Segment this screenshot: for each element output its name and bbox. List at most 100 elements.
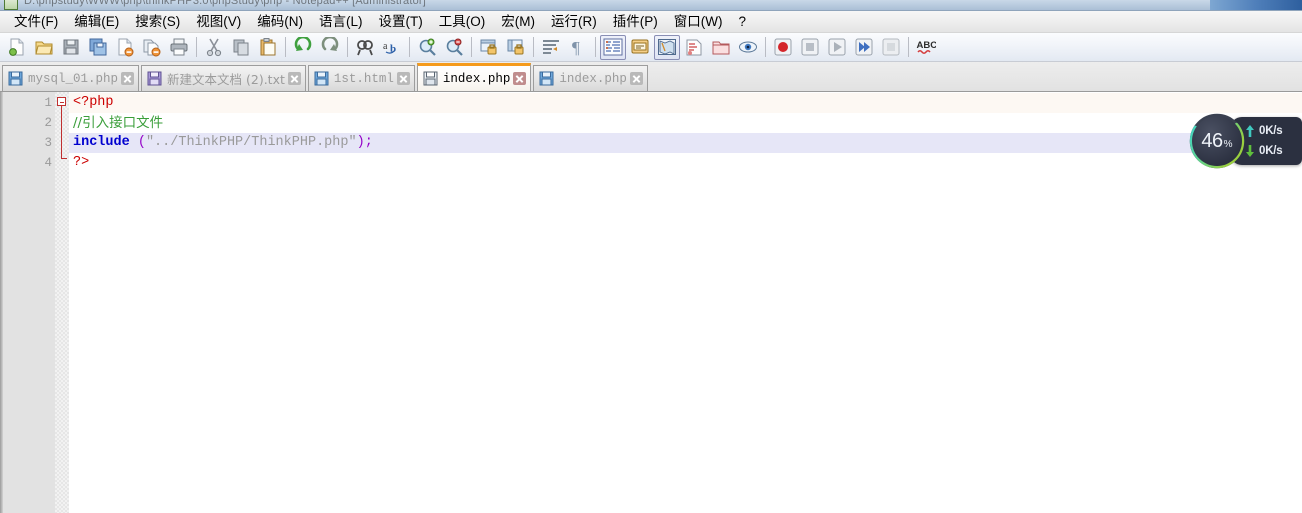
blue-disk-icon bbox=[8, 71, 23, 86]
replace-icon[interactable]: ab bbox=[379, 35, 405, 60]
menu-settings[interactable]: 设置(T) bbox=[371, 12, 431, 32]
save-icon[interactable] bbox=[58, 35, 84, 60]
macro-play-icon[interactable] bbox=[824, 35, 850, 60]
tab-bar: mysql_01.php 新建文本文档 (2).txt 1st.html index.… bbox=[0, 62, 1302, 92]
code-token: ( bbox=[137, 135, 146, 150]
window-controls[interactable] bbox=[1210, 0, 1302, 10]
menu-file[interactable]: 文件(F) bbox=[6, 12, 66, 32]
menu-run[interactable]: 运行(R) bbox=[543, 12, 605, 32]
sync-horizontal-icon[interactable] bbox=[503, 35, 529, 60]
function-list-icon[interactable] bbox=[681, 35, 707, 60]
tab-mysql-01-php[interactable]: mysql_01.php bbox=[2, 65, 140, 91]
line-number: 4 bbox=[44, 156, 52, 170]
toolbar: a b ¶ ABC bbox=[0, 33, 1302, 62]
toolbar-separator bbox=[285, 37, 286, 57]
code-line[interactable]: 2 //引入接口文件 bbox=[44, 113, 1302, 133]
monitor-eye-icon[interactable] bbox=[735, 35, 761, 60]
cut-icon[interactable] bbox=[201, 35, 227, 60]
word-wrap-icon[interactable] bbox=[538, 35, 564, 60]
show-pilcrow-icon[interactable]: ¶ bbox=[565, 35, 591, 60]
menu-plugins[interactable]: 插件(P) bbox=[605, 12, 666, 32]
code-line[interactable]: 1 <?php bbox=[44, 93, 1302, 113]
svg-text:¶: ¶ bbox=[572, 38, 580, 57]
tab-1st-html[interactable]: 1st.html bbox=[307, 65, 415, 91]
undo-icon[interactable] bbox=[290, 35, 316, 60]
menu-search[interactable]: 搜索(S) bbox=[127, 12, 188, 32]
fold-guide-line bbox=[61, 106, 62, 159]
code-token: //引入接口文件 bbox=[73, 115, 164, 131]
tab-index-php-second[interactable]: index.php bbox=[533, 65, 648, 91]
menu-view[interactable]: 视图(V) bbox=[188, 12, 249, 32]
menu-help[interactable]: ? bbox=[730, 12, 754, 32]
new-file-icon[interactable] bbox=[4, 35, 30, 60]
blue-disk-icon bbox=[539, 71, 554, 86]
code-line[interactable]: 3 include ("../ThinkPHP/ThinkPHP.php"); bbox=[44, 133, 1302, 153]
menu-edit[interactable]: 编辑(E) bbox=[66, 12, 127, 32]
toolbar-separator bbox=[196, 37, 197, 57]
title-bar: D:\phpstudy\WWW\php\thinkPHP3.0\phpStudy… bbox=[0, 0, 1302, 11]
menu-window[interactable]: 窗口(W) bbox=[666, 12, 731, 32]
code-line-text: //引入接口文件 bbox=[73, 113, 163, 133]
macro-record-icon[interactable] bbox=[770, 35, 796, 60]
code-token: <?php bbox=[73, 95, 114, 110]
macro-save-icon[interactable] bbox=[878, 35, 904, 60]
code-line[interactable]: 4 ?> bbox=[44, 153, 1302, 173]
tab-label: 1st.html bbox=[333, 71, 394, 86]
tab-label: mysql_01.php bbox=[28, 71, 119, 86]
fold-end-marker bbox=[61, 158, 67, 159]
tab-index-php-active[interactable]: index.php bbox=[416, 63, 532, 91]
bookmark-margin[interactable] bbox=[3, 92, 20, 513]
app-icon bbox=[4, 0, 18, 10]
window-title: D:\phpstudy\WWW\php\thinkPHP3.0\phpStudy… bbox=[24, 0, 427, 7]
print-icon[interactable] bbox=[166, 35, 192, 60]
toolbar-separator bbox=[765, 37, 766, 57]
fold-collapse-icon[interactable] bbox=[57, 97, 66, 106]
sync-vertical-icon[interactable] bbox=[476, 35, 502, 60]
code-token: "../ThinkPHP/ThinkPHP.php" bbox=[145, 135, 357, 150]
zoom-out-icon[interactable] bbox=[441, 35, 467, 60]
find-icon[interactable] bbox=[352, 35, 378, 60]
code-token: ; bbox=[364, 135, 373, 150]
editor-pane[interactable]: 1 <?php 2 //引入接口文件 3 include ("../ThinkPHP/Th… bbox=[0, 92, 1302, 513]
toolbar-separator bbox=[908, 37, 909, 57]
code-line-text: ?> bbox=[73, 153, 89, 173]
line-number: 2 bbox=[44, 116, 52, 130]
line-number: 3 bbox=[44, 136, 52, 150]
toolbar-separator bbox=[409, 37, 410, 57]
tab-new-text-document-2-txt[interactable]: 新建文本文档 (2).txt bbox=[141, 65, 306, 91]
folder-workspace-icon[interactable] bbox=[708, 35, 734, 60]
tab-close-icon[interactable] bbox=[629, 72, 643, 85]
open-file-icon[interactable] bbox=[31, 35, 57, 60]
tab-label: index.php bbox=[442, 71, 511, 86]
user-define-dialog-icon[interactable] bbox=[627, 35, 653, 60]
paste-icon[interactable] bbox=[255, 35, 281, 60]
close-file-icon[interactable] bbox=[112, 35, 138, 60]
spell-check-abc-icon[interactable]: ABC bbox=[913, 35, 939, 60]
redo-icon[interactable] bbox=[317, 35, 343, 60]
tab-close-icon[interactable] bbox=[287, 72, 301, 85]
code-line-text: include ("../ThinkPHP/ThinkPHP.php"); bbox=[73, 133, 373, 153]
menu-macro[interactable]: 宏(M) bbox=[493, 12, 543, 32]
notepadpp-window: D:\phpstudy\WWW\php\thinkPHP3.0\phpStudy… bbox=[0, 0, 1302, 513]
close-all-icon[interactable] bbox=[139, 35, 165, 60]
toolbar-separator bbox=[347, 37, 348, 57]
tab-close-icon[interactable] bbox=[513, 72, 527, 85]
fold-margin[interactable] bbox=[55, 92, 69, 513]
indent-guide-icon[interactable] bbox=[600, 34, 626, 60]
macro-play-multi-icon[interactable] bbox=[851, 35, 877, 60]
menu-tools[interactable]: 工具(O) bbox=[431, 12, 494, 32]
menu-language[interactable]: 语言(L) bbox=[311, 12, 371, 32]
code-line-text: <?php bbox=[73, 93, 114, 113]
menu-encoding[interactable]: 编码(N) bbox=[249, 12, 311, 32]
code-area[interactable]: 1 <?php 2 //引入接口文件 3 include ("../ThinkPHP/Th… bbox=[44, 92, 1302, 513]
toolbar-separator bbox=[471, 37, 472, 57]
doc-map-icon[interactable] bbox=[654, 34, 680, 60]
save-all-icon[interactable] bbox=[85, 35, 111, 60]
zoom-in-icon[interactable] bbox=[414, 35, 440, 60]
macro-stop-icon[interactable] bbox=[797, 35, 823, 60]
code-token: include bbox=[73, 135, 130, 150]
tab-close-icon[interactable] bbox=[121, 72, 135, 85]
tab-close-icon[interactable] bbox=[396, 72, 410, 85]
code-token: ?> bbox=[73, 155, 90, 170]
copy-icon[interactable] bbox=[228, 35, 254, 60]
